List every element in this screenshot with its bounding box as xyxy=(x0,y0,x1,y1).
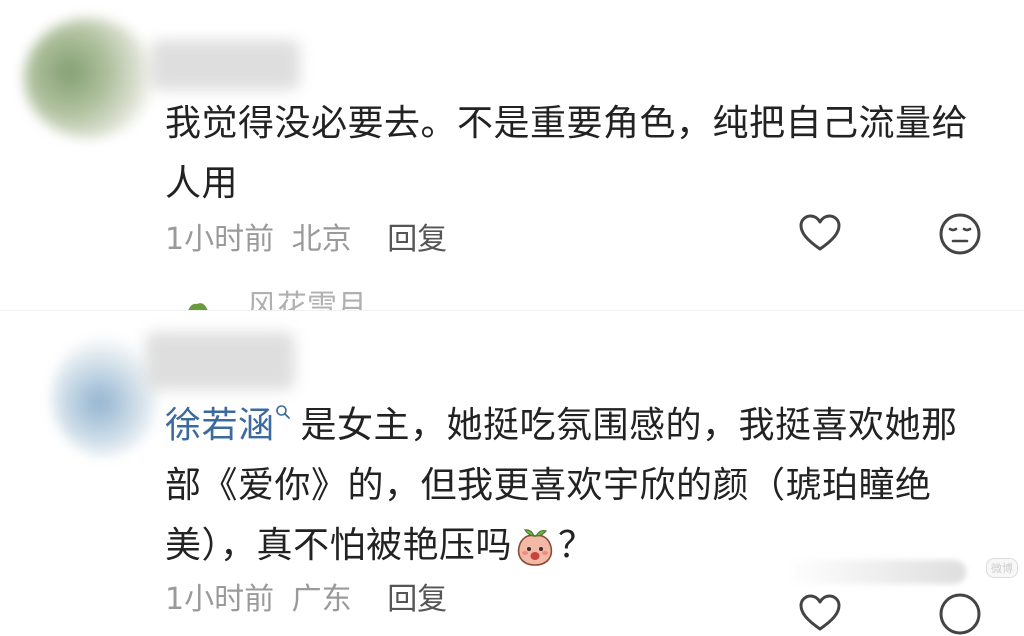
comment-meta: 1小时前 北京 回复 xyxy=(165,214,447,258)
heart-icon[interactable] xyxy=(798,592,842,636)
comment-time: 1小时前 xyxy=(165,222,275,257)
search-icon xyxy=(275,405,290,419)
heart-icon[interactable] xyxy=(798,212,842,256)
peach-emoji-icon xyxy=(517,529,553,566)
comment-text: 我觉得没必要去。不是重要角色，纯把自己流量给人用 xyxy=(165,103,969,204)
comment-1: 我觉得没必要去。不是重要角色，纯把自己流量给人用 1小时前 北京 回复 风花雪月 xyxy=(0,0,1024,310)
sub-reply-name[interactable]: 风花雪月 xyxy=(247,288,367,310)
avatar[interactable] xyxy=(24,18,154,138)
sub-reply-avatar[interactable] xyxy=(175,290,219,310)
dislike-face-icon[interactable] xyxy=(938,592,982,636)
reply-button[interactable]: 回复 xyxy=(387,582,447,617)
mention-link[interactable]: 徐若涵 xyxy=(165,405,301,446)
watermark-bar xyxy=(786,560,966,584)
comment-meta: 1小时前 广东 回复 xyxy=(165,574,447,618)
comment-text: 徐若涵 是女主，她挺吃氛围感的，我挺喜欢她那部《爱你》的，但我更喜欢宇欣的颜（琥珀… xyxy=(165,396,985,576)
comment-time: 1小时前 xyxy=(165,582,275,617)
username-blurred[interactable] xyxy=(150,40,300,90)
dislike-face-icon[interactable] xyxy=(938,212,982,256)
comment-location: 北京 xyxy=(291,222,352,257)
comment-location: 广东 xyxy=(291,582,352,617)
username-blurred[interactable] xyxy=(145,332,295,390)
reply-button[interactable]: 回复 xyxy=(387,222,447,257)
comment-text-end: ？ xyxy=(558,525,595,566)
avatar[interactable] xyxy=(52,338,158,456)
watermark-logo: 微博 xyxy=(986,558,1018,578)
